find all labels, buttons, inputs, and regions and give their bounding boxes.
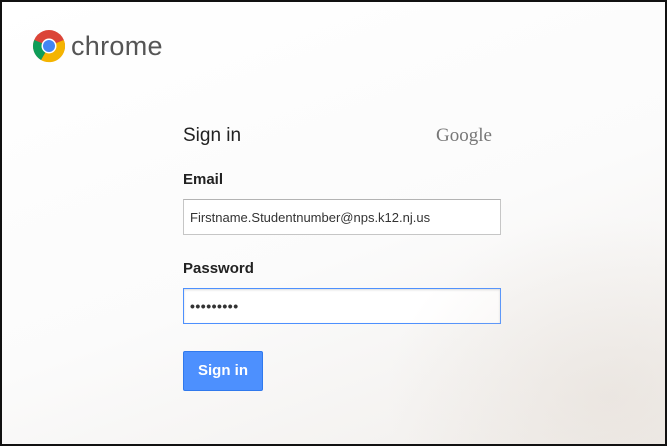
password-field[interactable]: ••••••••• bbox=[183, 288, 501, 324]
chrome-logo-icon bbox=[32, 30, 66, 63]
email-field[interactable]: Firstname.Studentnumber@nps.k12.nj.us bbox=[183, 199, 501, 235]
password-label: Password bbox=[183, 260, 254, 277]
brand-name: chrome bbox=[71, 31, 163, 61]
email-label: Email bbox=[183, 171, 224, 188]
chrome-brand: chrome bbox=[32, 29, 163, 63]
signin-title: Sign in bbox=[183, 125, 242, 146]
signin-button[interactable]: Sign in bbox=[183, 351, 263, 391]
email-value: Firstname.Studentnumber@nps.k12.nj.us bbox=[190, 209, 431, 225]
google-wordmark: Google bbox=[436, 125, 492, 146]
signin-window: chrome Sign in Google Email Firstname.St… bbox=[0, 0, 667, 446]
password-mask: ••••••••• bbox=[190, 298, 239, 314]
